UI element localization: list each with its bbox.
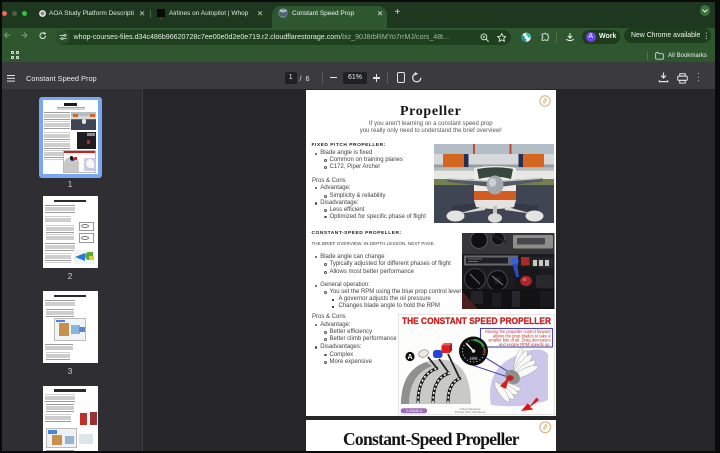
svg-text:THE CONSTANT SPEED PROPELLER: THE CONSTANT SPEED PROPELLER [402, 316, 551, 327]
svg-text:2-45&46 A: 2-45&46 A [405, 410, 422, 414]
svg-text:and engine RPM speeds up.: and engine RPM speeds up. [498, 342, 550, 347]
svg-text:Private Pilot Handbook: Private Pilot Handbook [454, 411, 485, 415]
svg-text:A: A [407, 355, 412, 362]
svg-text:1970: 1970 [469, 358, 476, 361]
